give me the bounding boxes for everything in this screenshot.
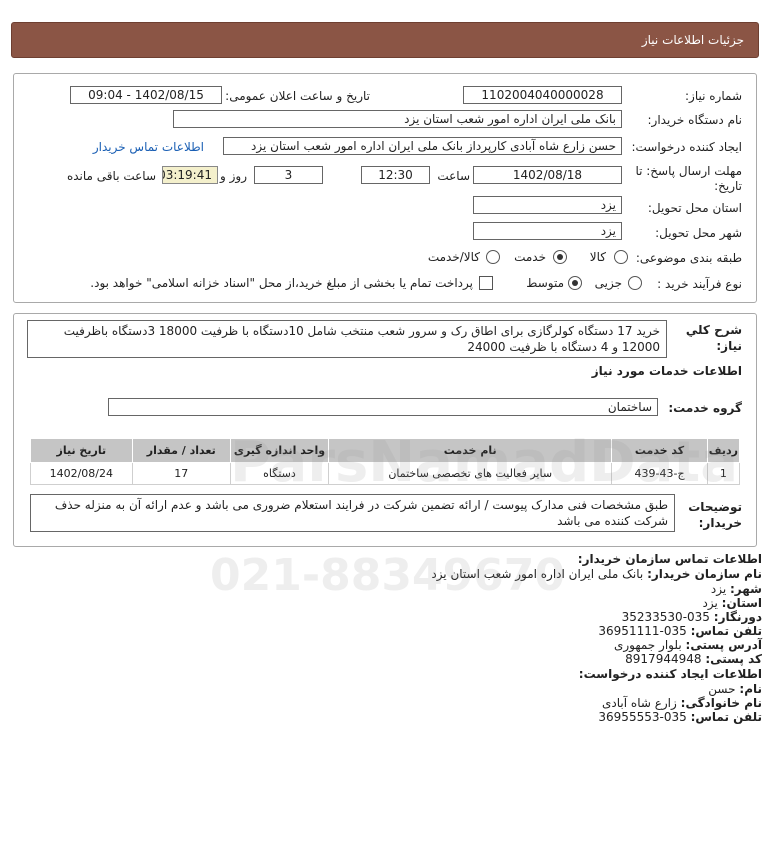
- days-field: 3: [254, 166, 323, 184]
- col-service-code: کد خدمت: [611, 438, 708, 463]
- notes-text: طبق مشخصات فنی مدارک پیوست / ارائه تضمین…: [30, 494, 675, 532]
- days-label: روز و: [220, 169, 247, 183]
- first-name-value: حسن: [708, 682, 736, 696]
- announce-label: تاریخ و ساعت اعلان عمومی:: [225, 89, 370, 103]
- col-service-name: نام خدمت: [328, 438, 613, 463]
- category-label: طبقه بندی موضوعی:: [635, 251, 742, 265]
- fax-row: دورنگار: 035-35233530: [622, 610, 762, 624]
- address-value: بلوار جمهوری: [613, 638, 682, 652]
- cell-need-date: 1402/08/24: [30, 462, 133, 485]
- page-title: جزئیات اطلاعات نیاز: [641, 33, 744, 47]
- deadline-time-field: 12:30: [361, 166, 430, 184]
- services-table: ردیف کد خدمت نام خدمت واحد اندازه گیری ت…: [30, 438, 741, 485]
- creator-contact-heading: اطلاعات ایجاد کننده درخواست:: [578, 667, 762, 681]
- service-group-label: گروه خدمت:: [668, 401, 742, 415]
- province-row: استان: یزد: [703, 596, 763, 610]
- page-header: جزئیات اطلاعات نیاز: [11, 22, 759, 58]
- org-name-row: نام سازمان خریدار: بانک ملی ایران اداره …: [431, 567, 762, 581]
- table-row: 1 ج-43-439 سایر فعالیت های تخصصی ساختمان…: [30, 462, 741, 485]
- col-quantity: تعداد / مقدار: [131, 438, 231, 463]
- process-option-medium: متوسط: [526, 276, 564, 290]
- process-radio-minor[interactable]: [628, 276, 642, 290]
- category-radio-service[interactable]: [553, 250, 567, 264]
- city-field: یزد: [473, 222, 622, 240]
- category-radio-goods[interactable]: [614, 250, 628, 264]
- summary-label: شرح کلي: [685, 323, 742, 337]
- address-label: آدرس پستی:: [685, 638, 762, 652]
- first-name-row: نام: حسن: [708, 682, 762, 696]
- city-row: شهر: یزد: [711, 582, 762, 596]
- need-info-panel: [13, 73, 757, 303]
- fax-value: 035-35233530: [621, 610, 710, 624]
- address-row: آدرس پستی: بلوار جمهوری: [614, 638, 762, 652]
- contact-province-label: استان:: [721, 596, 762, 610]
- process-option-minor: جزیی: [594, 276, 622, 290]
- org-name-label: نام سازمان خریدار:: [647, 567, 762, 581]
- remaining-time-field: 03:19:41: [162, 166, 218, 184]
- need-number-field: 1102004040000028: [463, 86, 622, 104]
- col-row-number: ردیف: [706, 438, 741, 463]
- process-radio-medium[interactable]: [568, 276, 582, 290]
- col-need-date: تاریخ نیاز: [30, 438, 133, 463]
- deadline-label-2: تاریخ:: [714, 179, 742, 193]
- deadline-time-label: ساعت: [437, 169, 470, 183]
- deadline-label: مهلت ارسال پاسخ: تا: [635, 164, 742, 178]
- summary-text: خرید 17 دستگاه کولرگازی برای اطاق رک و س…: [27, 320, 667, 358]
- summary-label-2: نياز:: [716, 339, 742, 353]
- org-contact-heading: اطلاعات تماس سازمان خریدار:: [577, 552, 762, 566]
- buyer-contact-link[interactable]: اطلاعات تماس خریدار: [93, 140, 204, 154]
- category-option-goods-service: کالا/خدمت: [427, 250, 480, 264]
- table-header-row: ردیف کد خدمت نام خدمت واحد اندازه گیری ت…: [30, 438, 741, 463]
- creator-phone-value: 035-36955553: [598, 710, 687, 724]
- contact-city-label: شهر:: [730, 582, 762, 596]
- notes-label: توضیحات: [688, 500, 742, 514]
- first-name-label: نام:: [739, 682, 762, 696]
- remaining-label: ساعت باقی مانده: [66, 169, 156, 183]
- notes-label-2: خریدار:: [698, 516, 742, 530]
- need-number-label: شماره نیاز:: [685, 89, 742, 103]
- creator-label: ایجاد کننده درخواست:: [631, 140, 742, 154]
- announce-field: 1402/08/15 - 09:04: [70, 86, 222, 104]
- category-option-service: خدمت: [514, 250, 546, 264]
- creator-field: حسن زارع شاه آبادی کارپرداز بانک ملی ایر…: [223, 137, 622, 155]
- cell-service-code: ج-43-439: [611, 462, 708, 485]
- deadline-date-field: 1402/08/18: [473, 166, 622, 184]
- contact-city-value: یزد: [710, 582, 727, 596]
- last-name-value: زارع شاه آبادی: [602, 696, 677, 710]
- cell-row-number: 1: [706, 462, 741, 485]
- phone-value: 035-36951111: [598, 624, 687, 638]
- col-unit: واحد اندازه گیری: [229, 438, 330, 463]
- cell-service-name: سایر فعالیت های تخصصی ساختمان: [328, 462, 613, 485]
- phone-row: تلفن تماس: 035-36951111: [598, 624, 762, 638]
- cell-unit: دستگاه: [229, 462, 330, 485]
- services-section-title: اطلاعات خدمات مورد نیاز: [591, 364, 742, 378]
- cell-quantity: 17: [131, 462, 231, 485]
- last-name-row: نام خانوادگی: زارع شاه آبادی: [602, 696, 762, 710]
- buyer-field: بانک ملی ایران اداره امور شعب استان یزد: [173, 110, 622, 128]
- city-label: شهر محل تحویل:: [655, 226, 742, 240]
- payment-note: پرداخت تمام یا بخشی از مبلغ خرید،از محل …: [90, 276, 473, 290]
- postal-row: کد پستی: 8917944948: [625, 652, 762, 666]
- phone-label: تلفن تماس:: [690, 624, 762, 638]
- postal-value: 8917944948: [625, 652, 702, 666]
- buyer-label: نام دستگاه خریدار:: [647, 113, 743, 127]
- service-group-field: ساختمان: [108, 398, 658, 416]
- category-option-goods: کالا: [589, 250, 606, 264]
- province-label: استان محل تحویل:: [647, 201, 742, 215]
- org-name-value: بانک ملی ایران اداره امور شعب استان یزد: [431, 567, 644, 581]
- process-label: نوع فرآیند خرید :: [657, 277, 742, 291]
- fax-label: دورنگار:: [713, 610, 762, 624]
- creator-phone-label: تلفن تماس:: [690, 710, 762, 724]
- creator-phone-row: تلفن تماس: 035-36955553: [598, 710, 762, 724]
- postal-label: کد پستی:: [705, 652, 762, 666]
- category-radio-goods-service[interactable]: [486, 250, 500, 264]
- last-name-label: نام خانوادگی:: [680, 696, 762, 710]
- treasury-payment-checkbox[interactable]: [479, 276, 493, 290]
- province-field: یزد: [473, 196, 622, 214]
- contact-province-value: یزد: [702, 596, 718, 610]
